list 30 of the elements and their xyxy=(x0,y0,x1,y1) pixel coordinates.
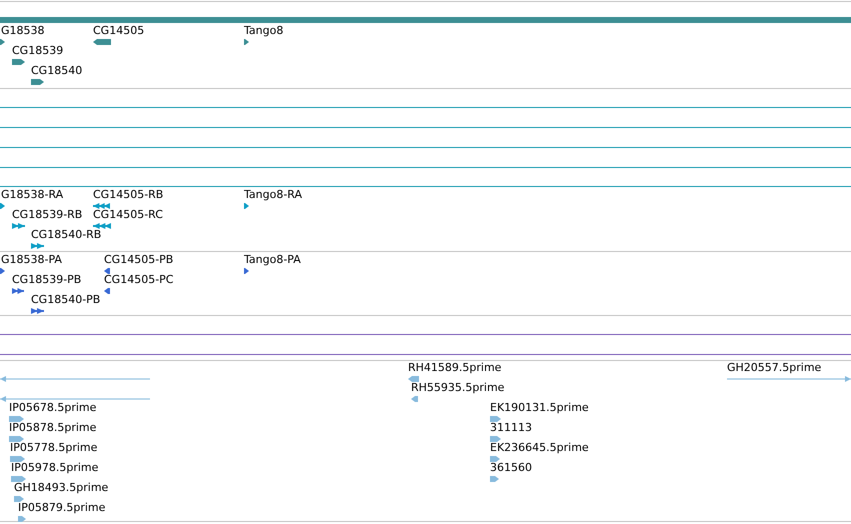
feature-label[interactable]: 311113 xyxy=(490,421,532,435)
feature-label[interactable]: RH55935.5prime xyxy=(411,381,504,395)
feature-label[interactable]: Tango8-PA xyxy=(244,253,301,267)
feature-label[interactable]: CG18540-PB xyxy=(31,293,100,307)
feature-label[interactable]: GH20557.5prime xyxy=(727,361,822,375)
feature-label[interactable]: CG14505 xyxy=(93,24,144,38)
feature-label[interactable]: G18538-PA xyxy=(1,253,62,267)
feature-label[interactable]: IP05878.5prime xyxy=(9,421,96,435)
feature-label[interactable]: CG14505-RB xyxy=(93,188,164,202)
feature-label[interactable]: Tango8 xyxy=(244,24,284,38)
feature-label[interactable]: CG18539 xyxy=(12,44,64,58)
feature-label[interactable]: CG14505-PB xyxy=(104,253,174,267)
feature-label[interactable]: 361560 xyxy=(490,461,532,475)
feature-label[interactable]: CG14505-RC xyxy=(93,208,163,222)
feature-label[interactable]: EK236645.5prime xyxy=(490,441,589,455)
feature-label[interactable]: G18538-RA xyxy=(1,188,64,202)
feature-label[interactable]: EK190131.5prime xyxy=(490,401,589,415)
feature-label[interactable]: CG18540-RB xyxy=(31,228,102,242)
feature-label[interactable]: Tango8-RA xyxy=(244,188,302,202)
feature-label[interactable]: IP05879.5prime xyxy=(18,501,106,515)
feature-label[interactable]: IP05778.5prime xyxy=(10,441,98,455)
feature-label[interactable]: CG18540 xyxy=(31,64,82,78)
feature-label[interactable]: G18538 xyxy=(1,24,45,38)
feature-label[interactable]: CG14505-PC xyxy=(104,273,174,287)
feature-label[interactable]: GH18493.5prime xyxy=(14,481,108,495)
feature-label[interactable]: CG18539-RB xyxy=(12,208,82,222)
feature-label[interactable]: IP05978.5prime xyxy=(11,461,98,475)
feature-label[interactable]: CG18539-PB xyxy=(12,273,82,287)
feature-label[interactable]: IP05678.5prime xyxy=(9,401,96,415)
feature-label[interactable]: RH41589.5prime xyxy=(408,361,502,375)
